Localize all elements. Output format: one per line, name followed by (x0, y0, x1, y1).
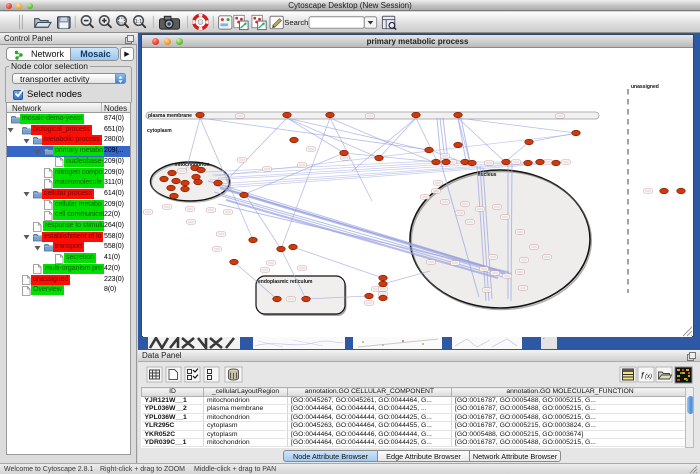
svg-text:(x): (x) (645, 374, 652, 380)
svg-text:Search:: Search: (284, 18, 310, 27)
svg-text:cytoplasm: cytoplasm (147, 128, 172, 134)
svg-text:1:1: 1:1 (135, 19, 142, 25)
svg-text:unassigned: unassigned (631, 84, 659, 90)
svg-text:endoplasmic reticulum: endoplasmic reticulum (258, 279, 313, 285)
svg-text:plasma membrane: plasma membrane (148, 113, 192, 119)
